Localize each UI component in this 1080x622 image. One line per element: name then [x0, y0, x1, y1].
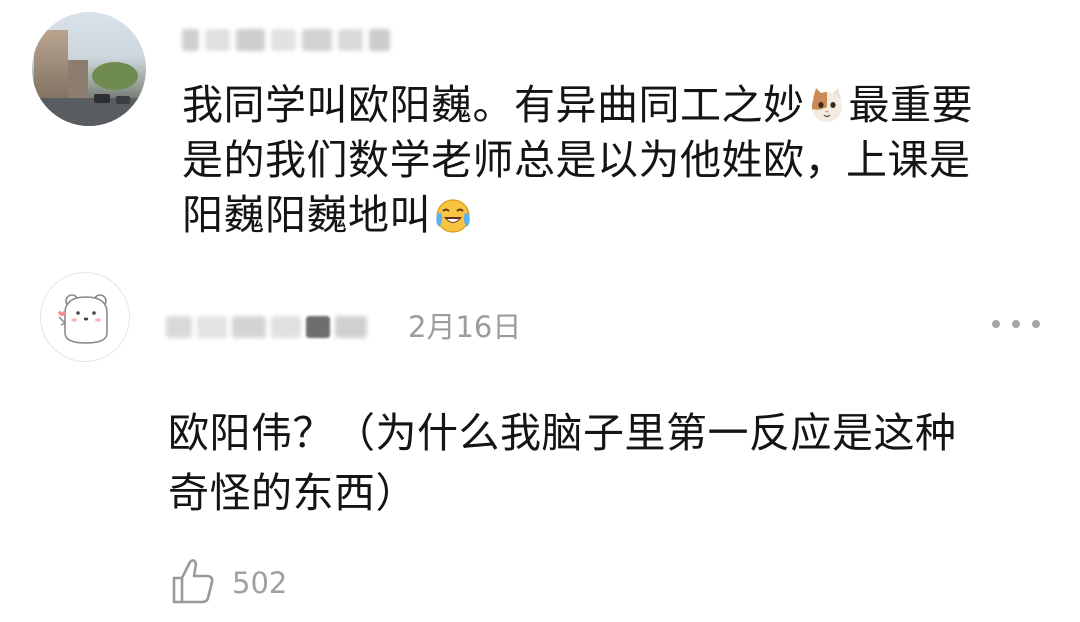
blur-block	[197, 316, 227, 338]
comment-line: 我同学叫欧阳巍。有异曲同工之妙	[182, 81, 805, 129]
comment-line: 是的我们数学老师总是以为他姓欧，上课是	[182, 136, 971, 184]
blur-block	[301, 29, 333, 51]
blurred-username[interactable]	[166, 312, 392, 342]
user-avatar-photo[interactable]	[32, 12, 146, 126]
more-dots-icon	[992, 320, 1000, 328]
thumbs-up-icon	[172, 559, 214, 604]
blur-block	[236, 29, 265, 51]
blur-block	[335, 316, 367, 338]
blur-block	[182, 29, 200, 51]
user-avatar-bear[interactable]	[40, 272, 130, 362]
comment-line: 最重要	[848, 81, 973, 129]
blur-block	[271, 316, 301, 338]
cat-face-icon	[811, 88, 842, 122]
comment-thread: 我同学叫欧阳巍。有异曲同工之妙 最重要 是的我们数学老师总是以为他姓欧，上课是 …	[0, 0, 1080, 622]
more-dots-icon	[1012, 320, 1020, 328]
more-dots-icon	[1032, 320, 1040, 328]
blur-block	[205, 29, 231, 51]
avatar-car	[94, 94, 110, 103]
avatar-tree	[92, 62, 138, 90]
more-options-button[interactable]	[992, 312, 1040, 336]
comment-line: 阳巍阳巍地叫	[182, 191, 431, 239]
like-count: 502	[232, 566, 288, 600]
blur-block	[166, 316, 192, 338]
avatar-car	[116, 96, 130, 104]
like-button[interactable]	[170, 556, 216, 606]
blur-block	[368, 29, 390, 51]
bear-avatar-icon	[58, 294, 108, 344]
blurred-username[interactable]	[182, 26, 390, 54]
comment-body: 我同学叫欧阳巍。有异曲同工之妙 最重要 是的我们数学老师总是以为他姓欧，上课是 …	[182, 78, 1062, 243]
comment-line: 欧阳伟？（为什么我脑子里第一反应是这种	[168, 409, 957, 457]
laughing-crying-icon	[436, 199, 470, 233]
comment-date: 2月16日	[408, 310, 522, 344]
blur-block	[270, 29, 296, 51]
comment-line: 奇怪的东西）	[168, 469, 417, 517]
blur-block	[306, 316, 330, 338]
blur-block	[232, 316, 266, 338]
blur-block	[338, 29, 363, 51]
comment-body: 欧阳伟？（为什么我脑子里第一反应是这种 奇怪的东西）	[168, 403, 1048, 523]
